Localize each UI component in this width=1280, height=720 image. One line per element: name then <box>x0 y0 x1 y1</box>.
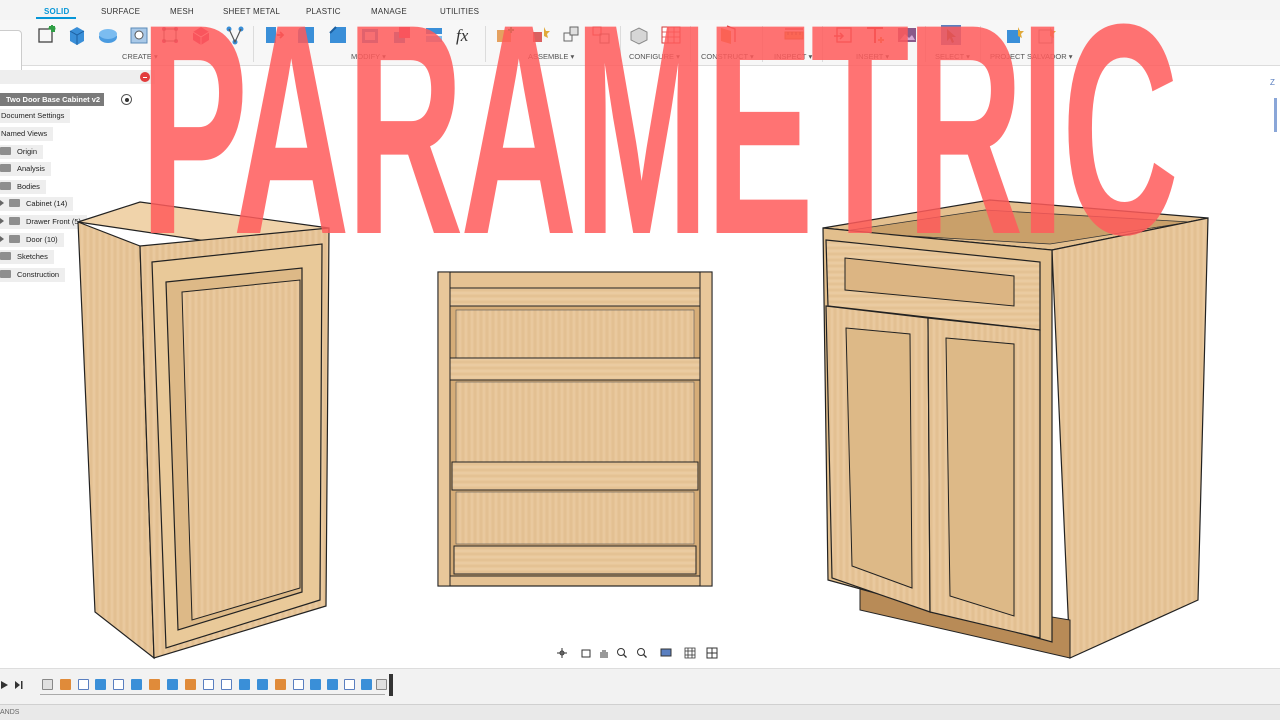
timeline <box>0 668 1280 704</box>
select-icon[interactable] <box>940 24 962 46</box>
revolve-icon[interactable] <box>97 24 119 46</box>
offset-plane-icon[interactable] <box>717 24 739 46</box>
timeline-marker[interactable] <box>389 674 393 696</box>
tab-sheet-metal[interactable]: SHEET METAL <box>223 7 280 16</box>
timeline-feature[interactable] <box>149 679 160 690</box>
ribbon: fx CREATE ▾ MODIFY ▾ ASSEMBLE ▾ CONFIGUR… <box>0 20 1280 74</box>
measure-icon[interactable] <box>783 24 805 46</box>
group-separator <box>620 26 621 62</box>
timeline-feature[interactable] <box>113 679 124 690</box>
wall-cabinet-model[interactable] <box>77 201 330 660</box>
joint-origin-icon[interactable] <box>590 24 612 46</box>
timeline-feature[interactable] <box>42 679 53 690</box>
split-body-icon[interactable] <box>423 24 445 46</box>
tab-utilities[interactable]: UTILITIES <box>440 7 479 16</box>
bookshelf-model[interactable] <box>437 271 713 587</box>
grid-settings-icon[interactable] <box>684 647 696 659</box>
salvador-addin-icon[interactable] <box>1004 24 1026 46</box>
tab-plastic[interactable]: PLASTIC <box>306 7 341 16</box>
create-form-icon[interactable] <box>190 24 212 46</box>
zoom-icon[interactable] <box>616 647 628 659</box>
assemble-joint-icon[interactable] <box>530 24 552 46</box>
group-separator <box>762 26 763 62</box>
fx-label: fx <box>456 26 469 45</box>
base-cabinet-model[interactable] <box>822 199 1209 659</box>
group-separator <box>925 26 926 62</box>
tab-mesh[interactable]: MESH <box>170 7 194 16</box>
group-separator <box>690 26 691 62</box>
configuration-table-icon[interactable] <box>660 24 682 46</box>
combine-icon[interactable] <box>391 24 413 46</box>
toolbar-tabs: SOLID SURFACE MESH SHEET METAL PLASTIC M… <box>0 0 1280 20</box>
configure-menu[interactable]: CONFIGURE ▾ <box>629 52 680 61</box>
salvador-settings-icon[interactable] <box>1036 24 1058 46</box>
pan-hand-icon[interactable] <box>598 647 610 659</box>
tab-solid[interactable]: SOLID <box>44 7 69 16</box>
fit-icon[interactable] <box>636 647 648 659</box>
active-tab-indicator <box>36 17 76 19</box>
project-salvador-menu[interactable]: PROJECT SALVADOR ▾ <box>990 52 1073 61</box>
status-text: ANDS <box>0 709 20 716</box>
tab-manage[interactable]: MANAGE <box>371 7 407 16</box>
step-forward-icon[interactable] <box>14 679 24 691</box>
insert-menu[interactable]: INSERT ▾ <box>856 52 889 61</box>
group-separator <box>485 26 486 62</box>
group-separator <box>980 26 981 62</box>
create-sketch-icon[interactable] <box>35 24 57 46</box>
new-component-icon[interactable] <box>494 24 516 46</box>
timeline-feature[interactable] <box>60 679 71 690</box>
modify-menu[interactable]: MODIFY ▾ <box>351 52 386 61</box>
viewport-canvas[interactable] <box>0 66 1280 666</box>
timeline-feature[interactable] <box>310 679 321 690</box>
as-built-joint-icon[interactable] <box>560 24 582 46</box>
select-menu[interactable]: SELECT ▾ <box>935 52 970 61</box>
navigation-bar <box>554 645 726 661</box>
create-menu[interactable]: CREATE ▾ <box>122 52 158 61</box>
construct-menu[interactable]: CONSTRUCT ▾ <box>701 52 754 61</box>
timeline-feature[interactable] <box>327 679 338 690</box>
timeline-feature[interactable] <box>185 679 196 690</box>
group-separator <box>822 26 823 62</box>
viewports-icon[interactable] <box>706 647 718 659</box>
timeline-feature[interactable] <box>78 679 89 690</box>
hole-icon[interactable] <box>128 24 150 46</box>
timeline-feature[interactable] <box>361 679 372 690</box>
status-bar: ANDS <box>0 704 1280 720</box>
timeline-feature[interactable] <box>167 679 178 690</box>
timeline-feature[interactable] <box>221 679 232 690</box>
insert-canvas-icon[interactable] <box>896 24 918 46</box>
timeline-feature[interactable] <box>131 679 142 690</box>
fillet-icon[interactable] <box>295 24 317 46</box>
look-at-icon[interactable] <box>580 647 592 659</box>
timeline-feature[interactable] <box>293 679 304 690</box>
group-separator <box>253 26 254 62</box>
orbit-icon[interactable] <box>556 647 568 659</box>
configure-icon[interactable] <box>628 24 650 46</box>
display-settings-icon[interactable] <box>660 647 672 659</box>
assemble-menu[interactable]: ASSEMBLE ▾ <box>528 52 574 61</box>
inspect-menu[interactable]: INSPECT ▾ <box>774 52 812 61</box>
extrude-icon[interactable] <box>66 24 88 46</box>
chamfer-icon[interactable] <box>327 24 349 46</box>
pattern-icon[interactable] <box>159 24 181 46</box>
timeline-feature[interactable] <box>257 679 268 690</box>
tab-surface[interactable]: SURFACE <box>101 7 140 16</box>
timeline-feature[interactable] <box>239 679 250 690</box>
timeline-feature[interactable] <box>275 679 286 690</box>
joint-icon[interactable] <box>224 24 246 46</box>
timeline-feature[interactable] <box>344 679 355 690</box>
timeline-track <box>40 694 385 695</box>
fusion-app-window: SOLID SURFACE MESH SHEET METAL PLASTIC M… <box>0 0 1280 720</box>
timeline-feature[interactable] <box>203 679 214 690</box>
press-pull-icon[interactable] <box>263 24 285 46</box>
insert-derive-icon[interactable] <box>832 24 854 46</box>
play-icon[interactable] <box>0 679 10 691</box>
change-parameters-icon[interactable]: fx <box>455 24 477 46</box>
timeline-feature[interactable] <box>95 679 106 690</box>
shell-icon[interactable] <box>359 24 381 46</box>
insert-mesh-icon[interactable] <box>864 24 886 46</box>
timeline-feature[interactable] <box>376 679 387 690</box>
